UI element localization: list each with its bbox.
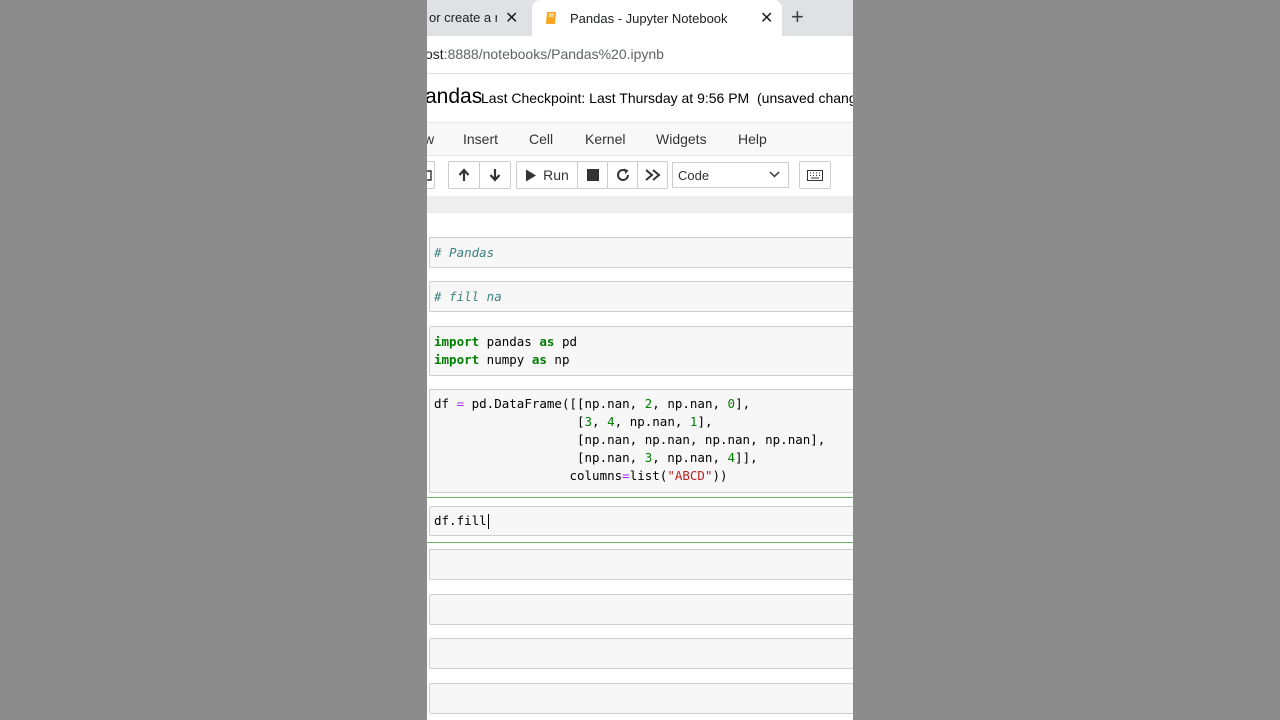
arrow-down-icon [489,169,501,182]
active-cell-frame: df.fill [427,497,853,543]
code-token: pd [554,334,578,349]
comment-text: # Pandas [434,245,495,260]
code-token: [ [434,414,585,429]
menu-cell[interactable]: Cell [529,131,553,147]
cell-code: df = pd.DataFrame([[np.nan, 2, np.nan, 0… [434,395,825,485]
string: "ABCD" [667,468,713,483]
keyboard-icon [807,169,823,181]
play-icon [526,169,537,181]
number: 4 [727,450,736,465]
paste-button[interactable] [427,161,435,189]
menu-help[interactable]: Help [738,131,767,147]
code-token: pd.DataFrame([[np.nan, [464,396,645,411]
code-cell-1[interactable]: # Pandas [429,237,853,268]
fast-forward-icon [644,169,661,181]
stop-icon [586,169,599,181]
code-token: [np.nan, np.nan, np.nan, np.nan], [434,432,826,447]
browser-window: or create a n ✕ Pandas - Jupyter Noteboo… [427,0,853,720]
empty-cell-1[interactable] [429,549,853,580]
cell-code: import pandas as pd import numpy as np [434,333,577,369]
chevron-down-icon [769,171,780,178]
close-icon[interactable]: ✕ [760,8,773,28]
code-token: columns [434,468,623,483]
tab-title: Pandas - Jupyter Notebook [570,10,728,26]
number: 0 [727,396,736,411]
keyword: as [531,352,547,367]
url-path: :8888/notebooks/Pandas%20.ipynb [443,46,664,62]
typed-code: df.fill [434,513,487,528]
code-token: , np.nan, [652,450,728,465]
menu-view[interactable]: w [427,131,434,147]
tab-other[interactable]: or create a n ✕ [427,0,527,36]
new-tab-plus-icon[interactable]: + [791,4,804,30]
code-token: )) [712,468,728,483]
code-cell-4[interactable]: df = pd.DataFrame([[np.nan, 2, np.nan, 0… [429,389,853,493]
run-button[interactable]: Run [516,161,578,189]
cell-code-input[interactable]: df.fill [434,512,489,530]
keyword: as [539,334,555,349]
menu-widgets[interactable]: Widgets [656,131,707,147]
menubar: w Insert Cell Kernel Widgets Help [427,122,853,156]
code-token: ], [697,414,713,429]
code-token: , np.nan, [652,396,728,411]
tab-pandas-notebook[interactable]: Pandas - Jupyter Notebook ✕ [532,0,782,36]
empty-cell-4[interactable] [429,683,853,714]
comment-text: # fill na [434,289,502,304]
code-token: , [592,414,608,429]
menu-kernel[interactable]: Kernel [585,131,625,147]
number: 3 [584,414,593,429]
autosave-status: (unsaved chang [757,90,853,106]
code-token: pandas [479,334,540,349]
empty-cell-3[interactable] [429,638,853,669]
url-text: ost:8888/notebooks/Pandas%20.ipynb [427,46,664,62]
move-down-button[interactable] [479,161,511,189]
cell-code: # fill na [434,288,502,306]
notebook-favicon-icon [546,12,556,24]
notebook-header: andas Last Checkpoint: Last Thursday at … [427,76,853,122]
text-cursor [487,514,489,529]
tab-strip: or create a n ✕ Pandas - Jupyter Noteboo… [427,0,853,36]
code-token: np [546,352,570,367]
url-host: ost [427,46,444,62]
restart-kernel-button[interactable] [607,161,638,189]
close-icon[interactable]: ✕ [505,8,518,28]
code-token: ]], [735,450,758,465]
toolbar-separator [427,196,853,213]
keyword: import [434,334,480,349]
refresh-icon [616,168,629,181]
checkpoint-status: Last Checkpoint: Last Thursday at 9:56 P… [481,90,750,106]
paste-icon [427,170,432,181]
arrow-up-icon [458,168,470,181]
menu-insert[interactable]: Insert [463,131,498,147]
cell-type-value: Code [678,168,710,183]
code-token: , np.nan, [614,414,690,429]
interrupt-kernel-button[interactable] [577,161,608,189]
code-token: df [434,396,457,411]
code-token: [np.nan, [434,450,645,465]
code-token: ], [735,396,751,411]
operator: = [456,396,465,411]
move-up-button[interactable] [448,161,480,189]
notebook-name[interactable]: andas [427,85,482,109]
restart-run-all-button[interactable] [637,161,668,189]
run-label: Run [543,167,569,183]
command-palette-button[interactable] [799,161,831,189]
cell-code: # Pandas [434,244,494,262]
empty-cell-2[interactable] [429,594,853,625]
keyword: import [434,352,480,367]
tab-title: or create a n [429,10,497,25]
code-cell-3[interactable]: import pandas as pd import numpy as np [429,326,853,376]
code-token: list( [629,468,668,483]
address-bar[interactable]: ost:8888/notebooks/Pandas%20.ipynb [427,36,853,74]
toolbar: Run Code [427,156,853,196]
code-cell-5-editing[interactable]: df.fill [429,506,853,536]
number: 4 [607,414,615,429]
code-cell-2[interactable]: # fill na [429,281,853,312]
operator: = [622,468,630,483]
code-token: numpy [479,352,532,367]
cell-type-select[interactable]: Code [672,162,789,188]
